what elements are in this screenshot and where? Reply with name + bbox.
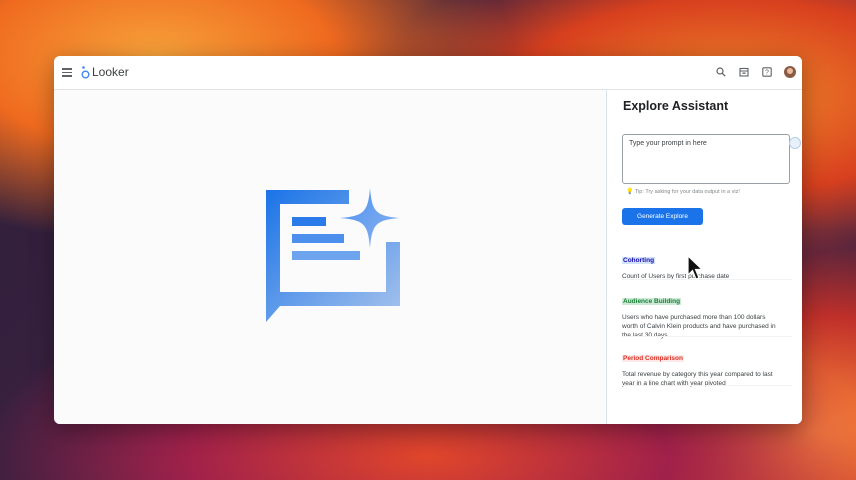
main-area [54,90,606,424]
looker-window: Looker ? Explore Assistant Type your pro… [54,56,802,424]
looker-logo-icon [81,66,90,79]
tip-label: Tip: Try asking for your data output in … [634,189,740,195]
generate-explore-button[interactable]: Generate Explore [622,208,703,225]
card-title: Audience Building [622,298,682,305]
looker-logo[interactable]: Looker [81,65,129,79]
tip-text: 💡 Tip: Try asking for your data output i… [626,188,740,195]
search-icon[interactable] [715,66,727,78]
card-title: Period Comparison [622,355,684,362]
panel-title: Explore Assistant [623,99,729,113]
logo-text: Looker [92,65,129,79]
marketplace-icon[interactable] [738,66,750,78]
card-title: Cohorting [622,257,656,264]
explore-assistant-logo-icon [266,188,400,322]
avatar[interactable] [784,66,796,78]
top-bar: Looker ? [54,56,802,90]
svg-text:?: ? [765,70,769,77]
mouse-pointer-icon [687,255,704,280]
prompt-input[interactable]: Type your prompt in here [622,134,790,184]
sample-card-period-comparison[interactable]: Period Comparison Total revenue by categ… [622,347,792,388]
card-divider [622,279,792,280]
lightbulb-icon: 💡 [626,189,634,195]
sample-card-audience-building[interactable]: Audience Building Users who have purchas… [622,290,792,340]
sample-card-cohorting[interactable]: Cohorting Count of Users by first purcha… [622,249,792,281]
card-divider [622,336,792,337]
card-divider [622,385,792,386]
help-icon[interactable]: ? [761,66,773,78]
top-icons: ? [715,66,796,78]
hamburger-menu-icon[interactable] [62,68,72,77]
input-knob-icon[interactable] [789,137,801,149]
